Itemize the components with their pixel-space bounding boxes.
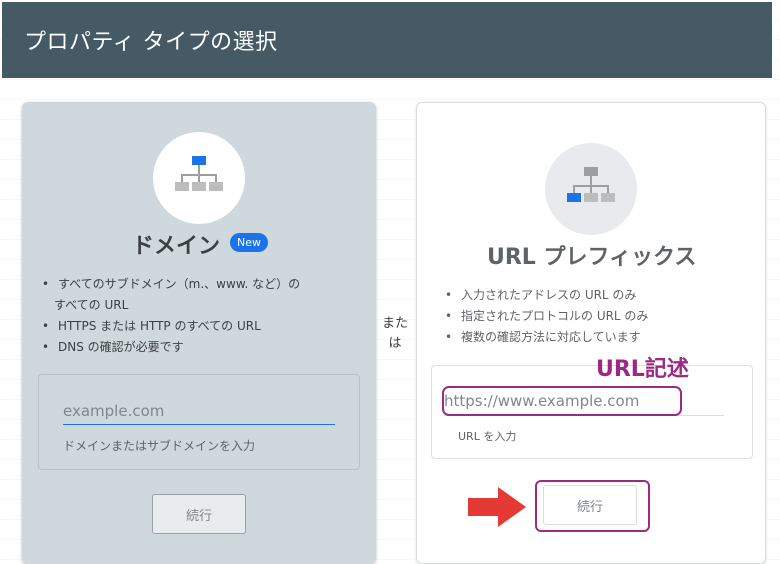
list-item: DNS の確認が必要です (40, 337, 360, 358)
domain-icon-circle (153, 132, 245, 224)
list-item: 指定されたプロトコルの URL のみ (443, 306, 753, 327)
or-separator: また は (380, 314, 410, 354)
dialog-header: プロパティ タイプの選択 (2, 2, 772, 78)
or-separator-line: は (388, 336, 402, 351)
annotation-label: URL記述 (596, 357, 689, 382)
domain-property-card[interactable]: ドメイン New すべてのサブドメイン（m.、www. など）の すべての UR… (22, 102, 376, 564)
domain-input-helper: ドメインまたはサブドメインを入力 (63, 439, 256, 453)
url-prefix-feature-list: 入力されたアドレスの URL のみ 指定されたプロトコルの URL のみ 複数の… (443, 285, 753, 348)
domain-feature-list: すべてのサブドメイン（m.、www. など）の すべての URL HTTPS ま… (40, 274, 360, 358)
url-input-helper: URL を入力 (458, 430, 517, 443)
sitemap-icon (175, 156, 223, 191)
url-prefix-card-title: URL プレフィックス (487, 245, 697, 270)
or-separator-line: また (381, 316, 408, 331)
annotation-button-highlight (535, 480, 650, 532)
list-item: 入力されたアドレスの URL のみ (443, 285, 753, 306)
page-title: プロパティ タイプの選択 (24, 30, 278, 55)
domain-input[interactable] (63, 397, 335, 425)
annotation-url-highlight (442, 386, 682, 416)
domain-input-container: ドメインまたはサブドメインを入力 (38, 374, 360, 470)
domain-continue-button[interactable]: 続行 (152, 494, 246, 534)
list-item: すべての URL (54, 298, 129, 312)
sitemap-icon (567, 167, 615, 202)
list-item: 複数の確認方法に対応しています (443, 327, 753, 348)
new-badge: New (230, 233, 268, 252)
list-item: HTTPS または HTTP のすべての URL (40, 316, 360, 337)
list-item: すべてのサブドメイン（m.、www. など）の (40, 274, 360, 295)
url-prefix-icon-circle (545, 143, 637, 235)
domain-card-title: ドメイン (132, 234, 221, 259)
arrow-right-icon (468, 487, 526, 527)
